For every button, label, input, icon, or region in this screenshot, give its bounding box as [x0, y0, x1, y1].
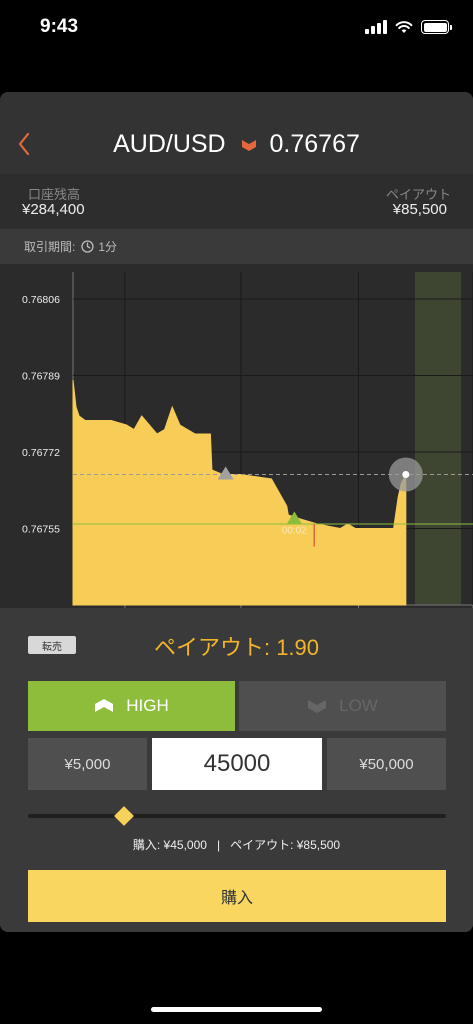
y-tick-label: 0.76755 — [22, 524, 60, 536]
marker-countdown-label: 00:02 — [282, 526, 307, 537]
summary-payout: ペイアウト: ¥85,500 — [230, 838, 341, 852]
high-button[interactable]: HIGH — [28, 681, 235, 731]
account-bar: 口座残高 ¥284,400 ペイアウト ¥85,500 — [0, 174, 473, 229]
summary-separator: | — [216, 838, 221, 852]
status-time: 9:43 — [40, 16, 79, 37]
current-price: 0.76767 — [269, 130, 360, 158]
chevron-down-icon — [241, 140, 256, 152]
high-label: HIGH — [126, 696, 169, 715]
expiry-zone — [414, 272, 461, 605]
current-price-dot — [402, 471, 410, 478]
status-icons — [365, 20, 452, 34]
header: AUD/USD 0.76767 — [0, 92, 473, 174]
currency-pair: AUD/USD — [113, 130, 226, 158]
amount-input[interactable]: 45000 — [152, 738, 322, 790]
slider-thumb[interactable] — [114, 806, 135, 826]
buy-button[interactable]: 購入 — [28, 870, 446, 922]
page-title: AUD/USD 0.76767 — [0, 130, 473, 159]
chart-svg: 0.768060.767890.767720.767559:40:129:41:… — [22, 272, 473, 625]
trade-panel-card: AUD/USD 0.76767 口座残高 ¥284,400 ペイアウト ¥85,… — [0, 92, 473, 932]
direction-selector: HIGH LOW — [28, 681, 446, 731]
y-tick-label: 0.76789 — [22, 371, 60, 383]
amount-slider[interactable] — [28, 806, 446, 826]
y-tick-label: 0.76806 — [22, 294, 60, 306]
amount-max-button[interactable]: ¥50,000 — [327, 738, 446, 790]
y-tick-label: 0.76772 — [22, 447, 60, 459]
payout-rate: ペイアウト: 1.90 — [153, 635, 320, 660]
battery-icon — [421, 20, 452, 34]
slider-track — [28, 814, 446, 818]
low-button[interactable]: LOW — [239, 681, 446, 731]
wifi-icon — [395, 21, 413, 33]
period-value: 1分 — [98, 240, 118, 254]
price-area-series — [72, 379, 407, 606]
order-panel: 転売 ペイアウト: 1.90 HIGH LOW ¥5,000 45000 ¥50… — [0, 608, 473, 932]
summary-buy: 購入: ¥45,000 — [132, 838, 207, 852]
status-bar: 9:43 — [0, 0, 473, 60]
trade-period: 取引期間: 1分 — [0, 229, 473, 264]
amount-min-button[interactable]: ¥5,000 — [28, 738, 147, 790]
home-indicator — [151, 1007, 322, 1012]
chevron-up-icon — [95, 699, 114, 712]
cellular-signal-icon — [365, 20, 387, 34]
payout-value: ¥85,500 — [392, 201, 447, 218]
price-chart[interactable]: 0.768060.767890.767720.767559:40:129:41:… — [0, 264, 473, 625]
chevron-down-icon — [308, 700, 327, 713]
amount-row: ¥5,000 45000 ¥50,000 — [28, 738, 446, 790]
balance-value: ¥284,400 — [22, 201, 85, 218]
low-label: LOW — [339, 696, 378, 715]
order-summary: 購入: ¥45,000 | ペイアウト: ¥85,500 — [0, 836, 473, 853]
clock-icon — [81, 240, 94, 253]
period-label: 取引期間: — [24, 240, 76, 254]
